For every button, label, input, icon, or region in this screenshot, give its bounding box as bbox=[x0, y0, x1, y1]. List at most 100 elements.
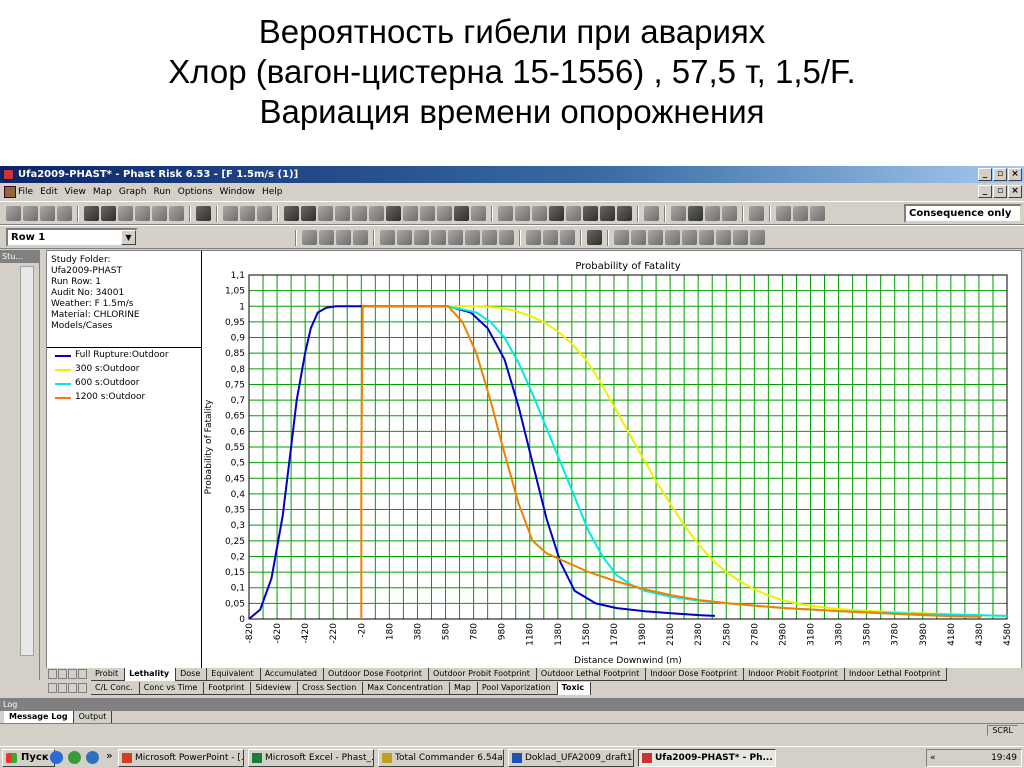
star-icon[interactable] bbox=[583, 206, 598, 221]
menu-window[interactable]: Window bbox=[219, 183, 255, 201]
tab-dose[interactable]: Dose bbox=[176, 668, 208, 681]
print-icon[interactable] bbox=[57, 206, 72, 221]
graph-icon[interactable] bbox=[380, 230, 395, 245]
close-button[interactable]: × bbox=[1008, 168, 1022, 181]
tab-cross-section[interactable]: Cross Section bbox=[298, 682, 364, 695]
graph-icon[interactable] bbox=[482, 230, 497, 245]
rotate-icon[interactable] bbox=[648, 230, 663, 245]
taskbar-phast[interactable]: Ufa2009-PHAST* - Ph... bbox=[638, 749, 776, 767]
start-button[interactable]: Пуск bbox=[2, 749, 55, 767]
block-icon[interactable] bbox=[688, 206, 703, 221]
leak-icon[interactable] bbox=[318, 206, 333, 221]
menu-file[interactable]: File bbox=[18, 183, 33, 201]
run-icon[interactable] bbox=[84, 206, 99, 221]
tab-last-button[interactable] bbox=[78, 683, 87, 693]
zoom-icon[interactable] bbox=[705, 206, 720, 221]
tab-accumulated[interactable]: Accumulated bbox=[260, 668, 325, 681]
zoom-window-icon[interactable] bbox=[716, 230, 731, 245]
settings-icon[interactable] bbox=[353, 230, 368, 245]
pipe-icon[interactable] bbox=[284, 206, 299, 221]
tab-last-button[interactable] bbox=[78, 669, 87, 679]
tab-conc-vs-time[interactable]: Conc vs Time bbox=[139, 682, 205, 695]
sun-icon[interactable] bbox=[722, 206, 737, 221]
tank-icon[interactable] bbox=[549, 206, 564, 221]
tab-next-button[interactable] bbox=[68, 683, 77, 693]
graph-icon[interactable] bbox=[397, 230, 412, 245]
graph-icon[interactable] bbox=[431, 230, 446, 245]
row-select[interactable]: Row 1 ▼ bbox=[6, 228, 138, 247]
doc-restore-button[interactable]: ▫ bbox=[993, 185, 1007, 198]
chevron-down-icon[interactable]: ▼ bbox=[121, 230, 136, 245]
arrow-icon[interactable] bbox=[420, 206, 435, 221]
menu-options[interactable]: Options bbox=[178, 183, 213, 201]
document-icon[interactable] bbox=[4, 186, 16, 198]
tab-prev-button[interactable] bbox=[58, 669, 67, 679]
menu-graph[interactable]: Graph bbox=[119, 183, 147, 201]
browser-icon[interactable] bbox=[68, 751, 81, 764]
window-icon[interactable] bbox=[671, 206, 686, 221]
tab-toxic[interactable]: Toxic bbox=[557, 682, 592, 695]
menu-help[interactable]: Help bbox=[262, 183, 283, 201]
layers-icon[interactable] bbox=[543, 230, 558, 245]
cloud-icon[interactable] bbox=[515, 206, 530, 221]
run-all-icon[interactable] bbox=[101, 206, 116, 221]
cross-icon[interactable] bbox=[352, 206, 367, 221]
graph-icon[interactable] bbox=[499, 230, 514, 245]
save-icon[interactable] bbox=[40, 206, 55, 221]
graph-icon[interactable] bbox=[465, 230, 480, 245]
tab-outdoor-lethal-footprint[interactable]: Outdoor Lethal Footprint bbox=[536, 668, 647, 681]
vessel-icon[interactable] bbox=[301, 206, 316, 221]
zoom-fit-icon[interactable] bbox=[699, 230, 714, 245]
flask-icon[interactable] bbox=[793, 206, 808, 221]
consequence-select[interactable]: Consequence only bbox=[904, 204, 1022, 223]
tab-sideview[interactable]: Sideview bbox=[251, 682, 299, 695]
new-file-icon[interactable] bbox=[6, 206, 21, 221]
report-icon[interactable] bbox=[152, 206, 167, 221]
tab-output[interactable]: Output bbox=[74, 711, 113, 723]
tray-expand-button[interactable]: « bbox=[930, 750, 936, 766]
ignition-icon[interactable] bbox=[644, 206, 659, 221]
info-icon[interactable] bbox=[532, 206, 547, 221]
quicklaunch-chevron[interactable]: » bbox=[106, 749, 113, 762]
window-titlebar[interactable]: Ufa2009-PHAST* - Phast Risk 6.53 - [F 1.… bbox=[0, 166, 1024, 183]
menu-view[interactable]: View bbox=[65, 183, 86, 201]
tab-map[interactable]: Map bbox=[449, 682, 478, 695]
zoom-out-icon[interactable] bbox=[682, 230, 697, 245]
graph-icon[interactable] bbox=[414, 230, 429, 245]
doc-close-button[interactable]: × bbox=[1008, 185, 1022, 198]
tab-message-log[interactable]: Message Log bbox=[4, 711, 74, 723]
tab-indoor-lethal-footprint[interactable]: Indoor Lethal Footprint bbox=[844, 668, 948, 681]
folder-icon[interactable] bbox=[240, 206, 255, 221]
taskbar-powerpoint[interactable]: Microsoft PowerPoint - [... bbox=[118, 749, 244, 767]
print-icon[interactable] bbox=[587, 230, 602, 245]
minimize-button[interactable]: _ bbox=[978, 168, 992, 181]
tab-footprint[interactable]: Footprint bbox=[204, 682, 252, 695]
doc-minimize-button[interactable]: _ bbox=[978, 185, 992, 198]
table-icon[interactable] bbox=[319, 230, 334, 245]
chart-icon[interactable] bbox=[135, 206, 150, 221]
tab-probit[interactable]: Probit bbox=[91, 668, 126, 681]
flask-icon[interactable] bbox=[749, 206, 764, 221]
side-panel-scrollbar[interactable] bbox=[20, 266, 34, 656]
taskbar-word-doc[interactable]: Doklad_UFA2009_draft1... bbox=[508, 749, 634, 767]
settings-icon[interactable] bbox=[560, 230, 575, 245]
car-icon[interactable] bbox=[617, 206, 632, 221]
block-icon[interactable] bbox=[386, 206, 401, 221]
export-icon[interactable] bbox=[733, 230, 748, 245]
grid-icon[interactable] bbox=[454, 206, 469, 221]
box-icon[interactable] bbox=[600, 206, 615, 221]
tab-first-button[interactable] bbox=[48, 683, 57, 693]
table-icon[interactable] bbox=[302, 230, 317, 245]
tab-prev-button[interactable] bbox=[58, 683, 67, 693]
copy-icon[interactable] bbox=[750, 230, 765, 245]
taskbar-total-commander[interactable]: Total Commander 6.54a ... bbox=[378, 749, 504, 767]
tab-indoor-probit-footprint[interactable]: Indoor Probit Footprint bbox=[744, 668, 845, 681]
pen-icon[interactable] bbox=[403, 206, 418, 221]
restore-button[interactable]: ▫ bbox=[993, 168, 1007, 181]
ie-icon[interactable] bbox=[86, 751, 99, 764]
menu-run[interactable]: Run bbox=[153, 183, 170, 201]
tab-cl-conc[interactable]: C/L Conc. bbox=[91, 682, 140, 695]
flask-icon[interactable] bbox=[776, 206, 791, 221]
explosion-icon[interactable] bbox=[335, 206, 350, 221]
globe-icon[interactable] bbox=[118, 206, 133, 221]
